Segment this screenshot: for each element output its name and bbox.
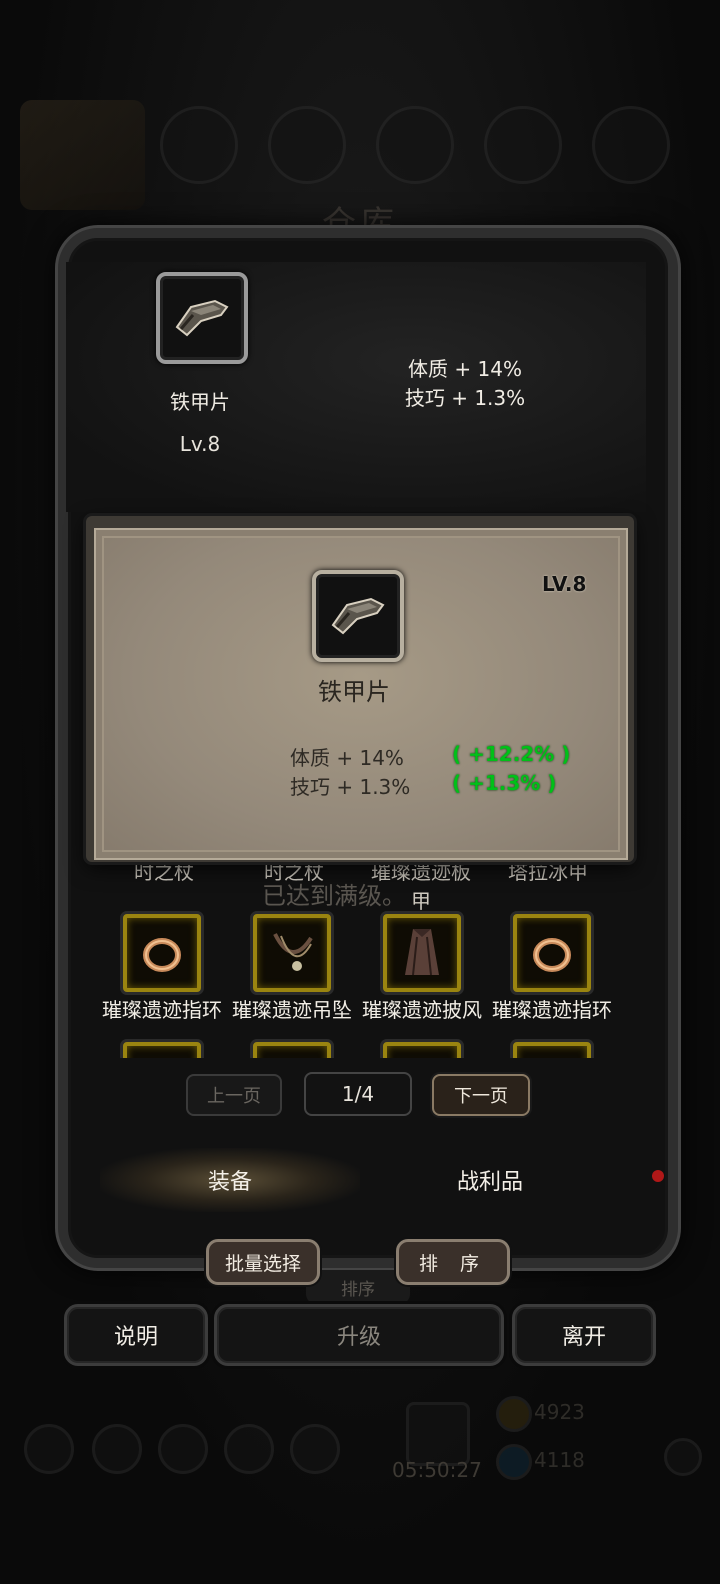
equipped-item-name: 铁甲片 [170,390,230,414]
inventory-slot[interactable]: 璀璨遗迹吊坠 [228,914,356,1024]
leave-button[interactable]: 离开 [512,1304,656,1366]
stat-line: 技巧 + 1.3% [404,386,526,410]
inventory-slot[interactable] [358,1042,486,1058]
item-name: 璀璨遗迹披风 [362,998,482,1022]
ring-icon [533,938,571,972]
prev-page-button[interactable]: 上一页 [186,1074,282,1116]
hud-icon [158,1424,208,1474]
gift-icon [406,1402,470,1466]
inventory-slot[interactable] [488,1042,616,1058]
ring-icon [143,938,181,972]
inventory-grid: 璀璨遗迹指环 璀璨遗迹吊坠 璀璨遗迹披风 璀璨遗迹指环 [92,860,628,1058]
inventory-slot[interactable]: 璀璨遗迹指环 [98,914,226,1024]
batch-select-button[interactable]: 批量选择 [206,1239,320,1285]
item-frame [253,914,331,992]
menu-circle-icon [376,106,454,184]
sort-button[interactable]: 排 序 [396,1239,510,1285]
tooltip-stat-bonus: ( +1.3% ) [452,771,557,795]
hud-icon [290,1424,340,1474]
menu-circle-icon [160,106,238,184]
hud-icon [664,1438,702,1476]
tooltip-stat: 技巧 + 1.3% [290,775,411,799]
hud-icon [224,1424,274,1474]
item-frame [513,1042,591,1058]
item-frame [513,914,591,992]
gold-coin-icon [496,1396,532,1432]
item-frame [383,1042,461,1058]
upgrade-button[interactable]: 升级 [214,1304,504,1366]
item-name: 璀璨遗迹指环 [102,998,222,1022]
background-sort-label: 排序 [306,1270,410,1304]
player-avatar [20,100,145,210]
tooltip-item-name: 铁甲片 [318,678,390,706]
item-frame [253,1042,331,1058]
timer: 05:50:27 [392,1458,482,1482]
pendant-icon [273,933,313,971]
cloak-icon [405,929,439,976]
iron-plate-icon [331,597,385,635]
item-name: 璀璨遗迹吊坠 [232,998,352,1022]
item-name: 璀璨遗迹指环 [492,998,612,1022]
item-frame [383,914,461,992]
iron-plate-icon [175,299,229,337]
menu-circle-icon [484,106,562,184]
equipped-item-slot[interactable] [156,272,248,364]
tab-loot[interactable]: 战利品 [360,1148,620,1212]
item-frame [123,914,201,992]
tooltip-stat: 体质 + 14% [290,746,404,770]
gem-amount: 4118 [534,1448,585,1472]
inventory-slot[interactable] [228,1042,356,1058]
tooltip-item-slot [312,570,404,662]
menu-circle-icon [268,106,346,184]
stat-line: 体质 + 14% [408,357,522,381]
tab-equipment[interactable]: 装备 [100,1148,360,1212]
hud-icon [24,1424,74,1474]
page-counter: 1/4 [304,1072,412,1116]
inventory-slot[interactable]: 璀璨遗迹披风 [358,914,486,1024]
tooltip-stat-bonus: ( +12.2% ) [452,742,571,766]
next-page-button[interactable]: 下一页 [432,1074,530,1116]
inventory-slot[interactable]: 璀璨遗迹指环 [488,914,616,1024]
menu-circle-icon [592,106,670,184]
notification-dot [652,1170,664,1182]
inventory-slot[interactable] [98,1042,226,1058]
hud-icon [92,1424,142,1474]
gold-amount: 4923 [534,1400,585,1424]
equipped-item-stats: 体质 + 14% 技巧 + 1.3% [380,355,550,413]
item-frame [123,1042,201,1058]
tooltip-level: LV.8 [542,572,587,596]
equipped-item-level: Lv.8 [179,432,221,456]
gem-icon [496,1444,532,1480]
help-button[interactable]: 说明 [64,1304,208,1366]
tab-bar: 装备 战利品 [100,1148,620,1212]
